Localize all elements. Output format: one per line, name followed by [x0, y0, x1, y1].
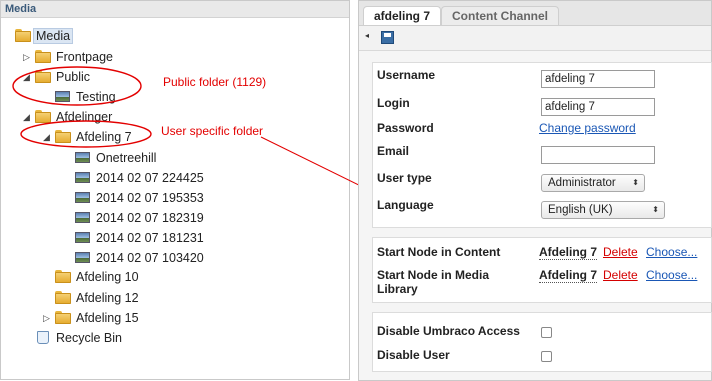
tree-node-image[interactable]: 2014 02 07 103420 [75, 248, 204, 268]
collapse-arrow-icon[interactable]: ◢ [23, 107, 30, 127]
tree-node-image[interactable]: 2014 02 07 224425 [75, 168, 204, 188]
usertype-label: User type [377, 171, 432, 185]
disable-user-label: Disable User [377, 348, 450, 362]
email-label: Email [377, 144, 410, 158]
tree-node-image[interactable]: 2014 02 07 181231 [75, 228, 204, 248]
chevron-updown-icon: ⬍ [632, 178, 639, 187]
user-editor-panel: afdeling 7 Content Channel ◂ Username af… [358, 0, 712, 381]
disable-access-row: Disable Umbraco Access [373, 324, 711, 346]
start-node-content-label: Start Node in Content [377, 245, 501, 259]
image-icon [75, 232, 90, 243]
recycle-bin-icon [37, 331, 49, 344]
chevron-updown-icon: ⬍ [652, 205, 659, 214]
folder-icon [35, 110, 51, 123]
choose-link[interactable]: Choose... [646, 268, 697, 282]
image-icon [75, 212, 90, 223]
tree-node-afdeling-7[interactable]: ◢ Afdeling 7 [43, 127, 132, 147]
tree-node-afdeling-15[interactable]: ▷ Afdeling 15 [43, 308, 139, 328]
username-row: Username afdeling 7 [373, 68, 711, 90]
usertype-row: User type Administrator ⬍ [373, 171, 711, 193]
image-icon [75, 152, 90, 163]
tree-node-afdeling-12[interactable]: Afdeling 12 [55, 288, 139, 308]
email-field[interactable] [541, 146, 655, 164]
tab-user[interactable]: afdeling 7 [363, 6, 442, 25]
language-select[interactable]: English (UK) ⬍ [541, 201, 665, 219]
tree-node-public[interactable]: ◢ Public [23, 67, 90, 87]
image-icon [75, 192, 90, 203]
delete-link[interactable]: Delete [603, 268, 638, 282]
folder-icon [55, 291, 71, 304]
media-tree-panel: Media Media ▷ Frontpage ◢ Public Testing… [0, 0, 350, 380]
start-node-media-label: Start Node in Media [377, 268, 490, 282]
tree-node-media[interactable]: Media [15, 26, 74, 46]
language-row: Language English (UK) ⬍ [373, 198, 711, 220]
tree-node-afdelinger[interactable]: ◢ Afdelinger [23, 107, 112, 127]
password-label: Password [377, 121, 434, 135]
user-details-section: Username afdeling 7 Login afdeling 7 Pas… [372, 62, 712, 228]
username-label: Username [377, 68, 436, 82]
delete-link[interactable]: Delete [603, 245, 638, 259]
folder-icon [35, 70, 51, 83]
folder-icon [55, 311, 71, 324]
save-icon[interactable] [381, 31, 394, 44]
panel-title: Media [1, 1, 349, 18]
start-node-media-label-2: Library [377, 282, 418, 296]
username-field[interactable]: afdeling 7 [541, 70, 655, 88]
tree-node-image[interactable]: 2014 02 07 195353 [75, 188, 204, 208]
image-icon [75, 252, 90, 263]
folder-icon [15, 29, 31, 42]
toolbar: ◂ [359, 26, 711, 51]
tree-node-frontpage[interactable]: ▷ Frontpage [23, 47, 113, 67]
change-password-link[interactable]: Change password [539, 121, 636, 135]
tree-node-onetreehill[interactable]: Onetreehill [75, 148, 156, 168]
collapse-arrow-icon[interactable]: ◢ [23, 67, 30, 87]
tab-content-channel[interactable]: Content Channel [441, 6, 559, 25]
start-node-media-row: Start Node in Media Library Afdeling 7 D… [373, 268, 711, 300]
start-node-content-value: Afdeling 7 [539, 245, 598, 260]
disable-user-row: Disable User [373, 348, 711, 370]
tree-node-recycle-bin[interactable]: Recycle Bin [37, 328, 122, 348]
login-label: Login [377, 96, 410, 110]
usertype-select[interactable]: Administrator ⬍ [541, 174, 645, 192]
start-node-content-row: Start Node in Content Afdeling 7 Delete … [373, 245, 711, 267]
disable-user-checkbox[interactable] [541, 351, 552, 362]
collapse-arrow-icon[interactable]: ◢ [43, 127, 50, 147]
expand-arrow-icon[interactable]: ▷ [23, 47, 30, 67]
login-field[interactable]: afdeling 7 [541, 98, 655, 116]
start-nodes-section: Start Node in Content Afdeling 7 Delete … [372, 237, 712, 303]
folder-icon [55, 270, 71, 283]
collapse-arrow-icon[interactable]: ◂ [365, 31, 369, 40]
folder-icon [35, 50, 51, 63]
start-node-media-value: Afdeling 7 [539, 268, 598, 283]
image-icon [55, 91, 70, 102]
expand-arrow-icon[interactable]: ▷ [43, 308, 50, 328]
disable-access-checkbox[interactable] [541, 327, 552, 338]
annotation-user-folder: User specific folder [161, 124, 264, 138]
password-row: Password Change password [373, 121, 711, 143]
choose-link[interactable]: Choose... [646, 245, 697, 259]
tree-node-testing[interactable]: Testing [55, 87, 116, 107]
language-label: Language [377, 198, 434, 212]
access-section: Disable Umbraco Access Disable User [372, 312, 712, 372]
annotation-public-folder: Public folder (1129) [163, 75, 267, 89]
tab-bar: afdeling 7 Content Channel [359, 1, 711, 26]
tree-node-image[interactable]: 2014 02 07 182319 [75, 208, 204, 228]
email-row: Email [373, 144, 711, 166]
login-row: Login afdeling 7 [373, 96, 711, 118]
disable-access-label: Disable Umbraco Access [377, 324, 520, 338]
folder-icon [55, 130, 71, 143]
image-icon [75, 172, 90, 183]
tree-node-afdeling-10[interactable]: Afdeling 10 [55, 267, 139, 287]
